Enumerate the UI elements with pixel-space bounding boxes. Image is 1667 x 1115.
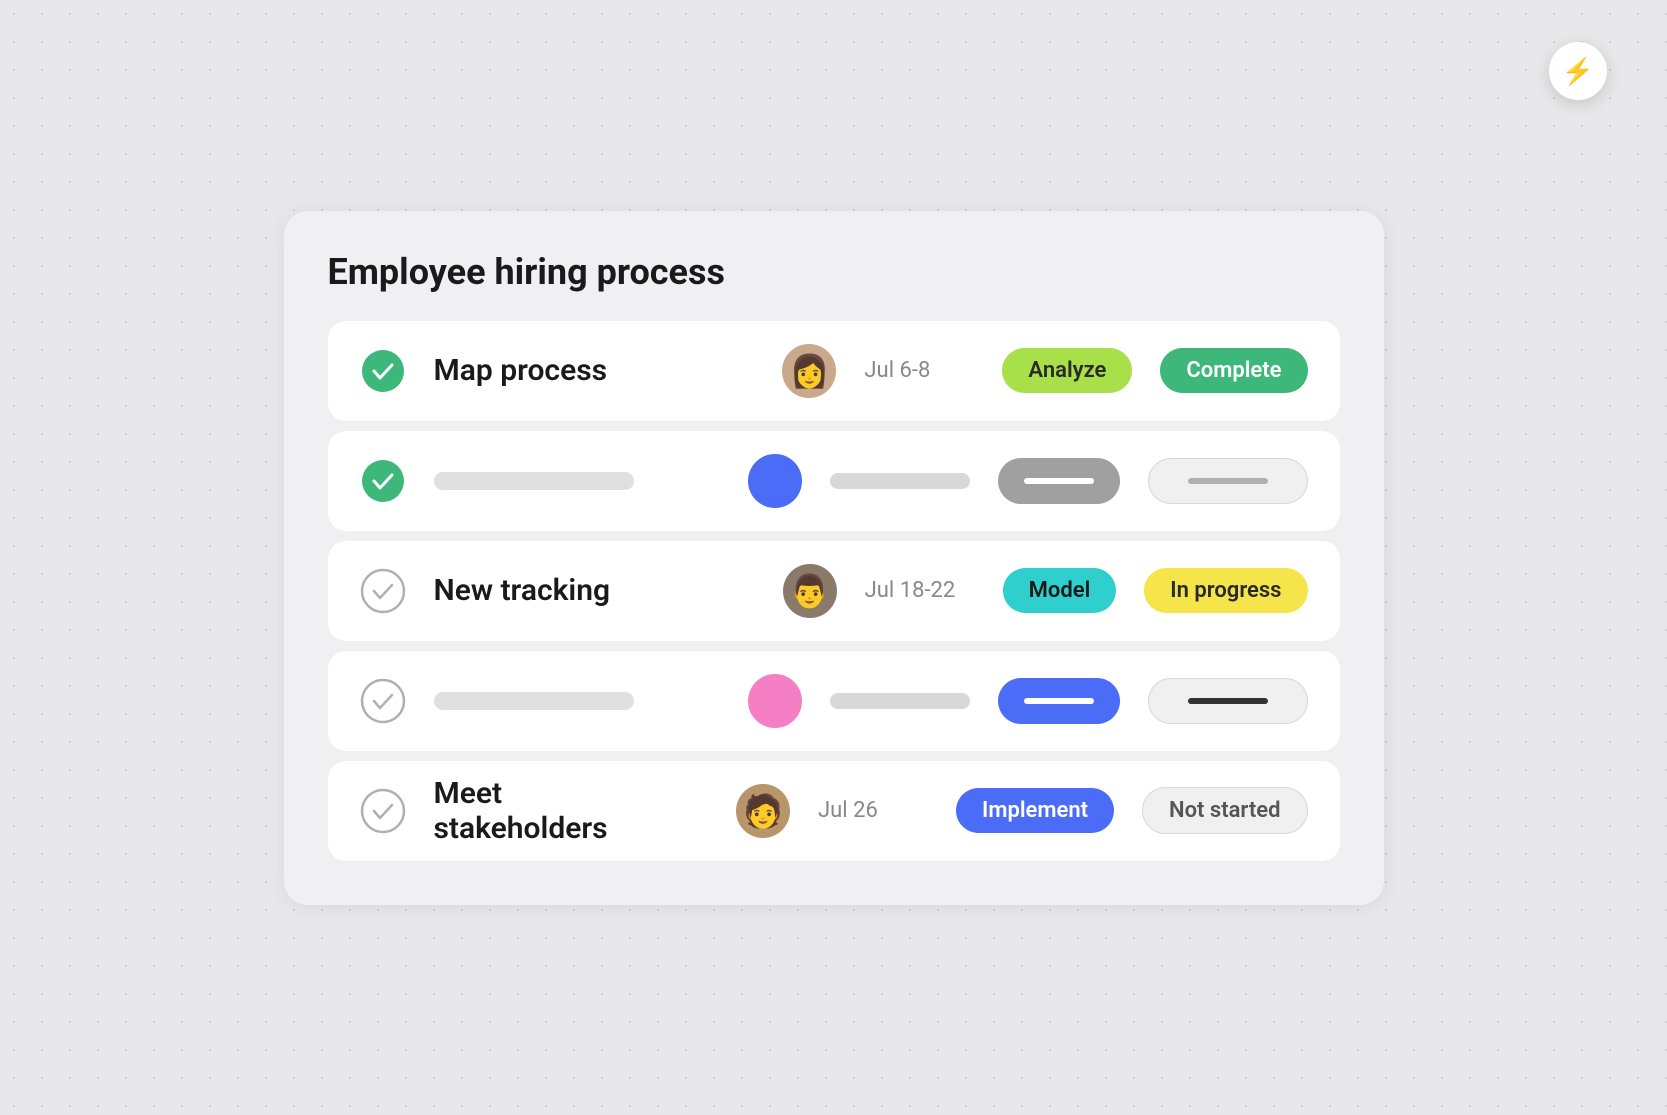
task-name: Meet stakeholders [434, 776, 681, 846]
task-status[interactable]: Not started [1142, 787, 1307, 834]
task-date: Jul 18-22 [865, 578, 975, 603]
task-status[interactable] [1148, 458, 1308, 504]
task-row[interactable] [328, 431, 1340, 531]
task-tag[interactable]: Implement [956, 788, 1114, 833]
task-name: New tracking [434, 573, 654, 608]
task-list: Map process 👩 Jul 6-8 Analyze Complete New tr… [328, 321, 1340, 861]
avatar-placeholder [748, 454, 802, 508]
check-icon [360, 678, 406, 724]
avatar: 🧑 [736, 784, 790, 838]
task-status[interactable]: Complete [1160, 348, 1307, 393]
avatar: 👩 [782, 344, 836, 398]
task-date: Jul 26 [818, 798, 928, 823]
task-name [434, 692, 634, 710]
task-tag[interactable]: Model [1003, 568, 1117, 613]
task-tag[interactable]: Analyze [1002, 348, 1132, 393]
task-name: Map process [434, 353, 654, 388]
avatar: 👨 [783, 564, 837, 618]
lightning-icon: ⚡ [1562, 56, 1594, 87]
check-icon [360, 348, 406, 394]
task-name [434, 472, 634, 490]
task-tag[interactable] [998, 678, 1120, 724]
task-row[interactable]: Meet stakeholders 🧑 Jul 26 Implement Not sta… [328, 761, 1340, 861]
page-title: Employee hiring process [328, 251, 1340, 293]
fab-button[interactable]: ⚡ [1549, 42, 1607, 100]
task-row[interactable]: Map process 👩 Jul 6-8 Analyze Complete [328, 321, 1340, 421]
task-row[interactable] [328, 651, 1340, 751]
check-icon [360, 568, 406, 614]
avatar-placeholder [748, 674, 802, 728]
main-card: Employee hiring process Map process 👩 Jul … [284, 211, 1384, 905]
task-date-placeholder [830, 693, 970, 709]
check-icon [360, 788, 406, 834]
task-date: Jul 6-8 [864, 358, 974, 383]
check-icon [360, 458, 406, 504]
task-status[interactable]: In progress [1144, 568, 1307, 613]
task-date-placeholder [830, 473, 970, 489]
task-tag[interactable] [998, 458, 1120, 504]
task-row[interactable]: New tracking 👨 Jul 18-22 Model In progress [328, 541, 1340, 641]
task-status[interactable] [1148, 678, 1308, 724]
